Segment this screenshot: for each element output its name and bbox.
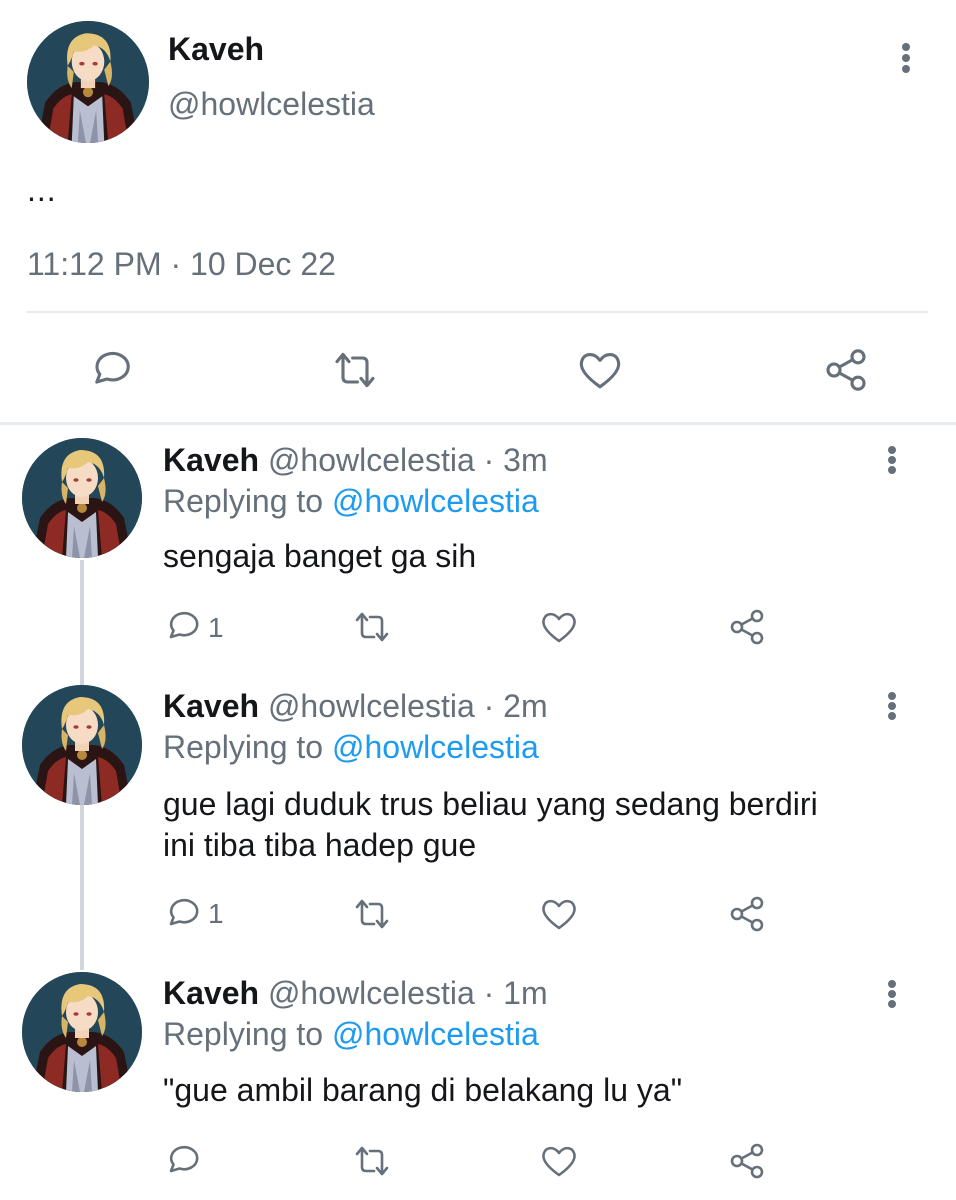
- replying-to: Replying to @howlcelestia: [163, 727, 539, 767]
- heart-icon[interactable]: [539, 894, 579, 934]
- reply-meta[interactable]: @howlcelestia · 1m: [268, 975, 548, 1011]
- replying-to: Replying to @howlcelestia: [163, 481, 539, 521]
- more-vertical-icon[interactable]: [888, 446, 896, 474]
- reply-text-line: gue lagi duduk trus beliau yang sedang b…: [163, 786, 818, 822]
- section-divider: [0, 422, 956, 425]
- reply-header: Kaveh @howlcelestia · 2m: [163, 686, 548, 726]
- more-vertical-icon[interactable]: [902, 43, 910, 73]
- share-icon[interactable]: [727, 894, 767, 934]
- avatar[interactable]: [22, 438, 142, 558]
- replying-label: Replying to: [163, 729, 324, 765]
- avatar[interactable]: [22, 972, 142, 1092]
- reply-text-line: "gue ambil barang di belakang lu ya": [163, 1072, 683, 1108]
- reply-text: gue lagi duduk trus beliau yang sedang b…: [163, 784, 818, 866]
- speech-bubble-icon[interactable]: [162, 1141, 202, 1181]
- reply-text: "gue ambil barang di belakang lu ya": [163, 1070, 682, 1111]
- author-handle[interactable]: @howlcelestia: [168, 84, 375, 124]
- replying-handle-link[interactable]: @howlcelestia: [332, 1016, 539, 1052]
- replying-to: Replying to @howlcelestia: [163, 1014, 539, 1054]
- share-icon[interactable]: [822, 346, 870, 394]
- reply-header: Kaveh @howlcelestia · 3m: [163, 440, 548, 480]
- speech-bubble-icon[interactable]: [162, 607, 202, 647]
- reply-text-line: ini tiba tiba hadep gue: [163, 827, 477, 863]
- replying-handle-link[interactable]: @howlcelestia: [332, 729, 539, 765]
- divider: [27, 311, 928, 313]
- heart-icon[interactable]: [576, 346, 624, 394]
- heart-icon[interactable]: [539, 1141, 579, 1181]
- avatar[interactable]: [27, 21, 149, 143]
- share-icon[interactable]: [727, 607, 767, 647]
- reply-header: Kaveh @howlcelestia · 1m: [163, 973, 548, 1013]
- reply-text: sengaja banget ga sih: [163, 536, 476, 577]
- retweet-icon[interactable]: [352, 894, 392, 934]
- tweet-timestamp[interactable]: 11:12 PM · 10 Dec 22: [27, 243, 336, 285]
- author-name[interactable]: Kaveh: [163, 442, 259, 478]
- replying-label: Replying to: [163, 483, 324, 519]
- reply-meta[interactable]: @howlcelestia · 2m: [268, 688, 548, 724]
- replying-handle-link[interactable]: @howlcelestia: [332, 483, 539, 519]
- speech-bubble-icon[interactable]: [162, 894, 202, 934]
- reply-meta[interactable]: @howlcelestia · 3m: [268, 442, 548, 478]
- more-vertical-icon[interactable]: [888, 980, 896, 1008]
- retweet-icon[interactable]: [352, 1141, 392, 1181]
- author-name[interactable]: Kaveh: [163, 975, 259, 1011]
- speech-bubble-icon[interactable]: [86, 346, 134, 394]
- retweet-icon[interactable]: [331, 346, 379, 394]
- reply-count: 1: [208, 898, 224, 929]
- reply-count: 1: [208, 612, 224, 643]
- replying-label: Replying to: [163, 1016, 324, 1052]
- retweet-icon[interactable]: [352, 607, 392, 647]
- more-vertical-icon[interactable]: [888, 692, 896, 720]
- reply-text-line: sengaja banget ga sih: [163, 538, 477, 574]
- tweet-text: ...: [27, 172, 57, 208]
- heart-icon[interactable]: [539, 607, 579, 647]
- share-icon[interactable]: [727, 1141, 767, 1181]
- author-name[interactable]: Kaveh: [168, 29, 264, 69]
- avatar[interactable]: [22, 685, 142, 805]
- author-name[interactable]: Kaveh: [163, 688, 259, 724]
